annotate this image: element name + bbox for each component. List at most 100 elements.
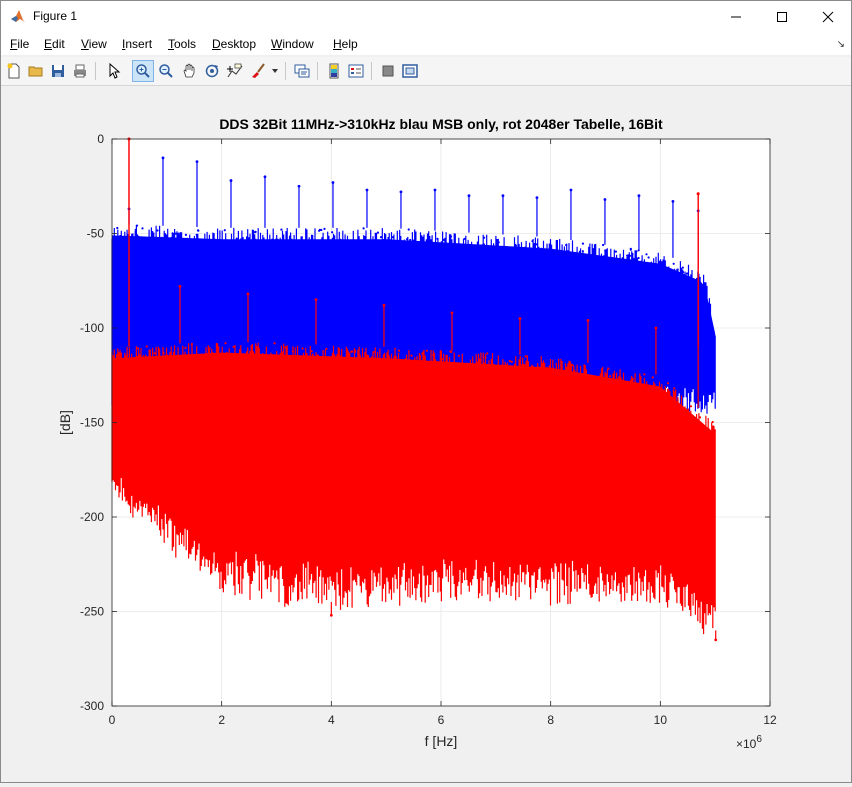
series-0-marker [376,231,379,234]
series-0-marker [531,240,534,243]
series-0-marker [420,235,423,238]
data-cursor-button[interactable] [224,60,246,82]
menu-overflow-arrow-icon[interactable]: ↘ [837,39,845,50]
legend-button[interactable] [345,60,367,82]
series-0-marker [267,252,271,255]
series-0-spur-point [671,199,675,203]
figure-window: Figure 1 File Edit View Insert Tools Des… [0,0,852,783]
menu-edit[interactable]: Edit [44,37,65,51]
series-0-spur-point [331,181,335,184]
brush-dropdown-button[interactable] [269,60,281,82]
series-0-marker [535,243,539,246]
y-tick-label: -50 [87,227,105,241]
save-icon [52,65,64,77]
series-0-marker [599,266,602,269]
series-1-marker [569,364,572,367]
series-0-marker [645,253,648,256]
series-0-marker [391,236,394,239]
series-0-marker [393,242,396,245]
series-1-marker [432,354,435,357]
series-1-marker [530,368,533,371]
series-1-marker [142,360,146,363]
series-0-marker [581,250,585,253]
series-0-marker [362,227,365,230]
series-0-marker [516,253,519,256]
series-0-marker [602,243,605,247]
series-1-marker [613,393,617,396]
figure-toolbar [1,57,851,86]
zoom-in-icon [136,64,150,78]
series-0-marker [136,250,140,253]
menu-file[interactable]: File [10,37,29,51]
series-0-marker [479,252,482,255]
minimize-button[interactable] [713,1,759,32]
series-1-marker [700,435,703,439]
series-0-marker [614,250,618,253]
series-1-marker [332,370,335,373]
series-1-marker [263,366,266,369]
series-0-marker [172,233,175,236]
series-1-marker [278,365,281,369]
maximize-button[interactable] [759,1,805,32]
series-0-marker [141,227,144,230]
menu-view[interactable]: View [81,37,107,51]
pan-button[interactable] [178,60,200,82]
pointer-button[interactable] [103,60,125,82]
new-figure-button[interactable] [3,60,25,82]
brush-button[interactable] [247,60,269,82]
series-0-marker [647,256,650,259]
series-0-marker [280,228,283,231]
series-1-marker [696,424,699,427]
series-1-marker [139,362,142,366]
series-0-marker [180,243,183,246]
show-plot-tools-button[interactable] [399,60,421,82]
series-0-marker [379,236,383,239]
menu-insert[interactable]: Insert [122,37,152,51]
series-1-marker [609,386,612,389]
series-1-marker [162,352,165,355]
series-0-marker [132,242,135,245]
rotate-3d-button[interactable] [201,60,223,82]
colorbar-button[interactable] [323,60,345,82]
series-1-marker [224,342,227,345]
series-0-marker [278,242,281,245]
series-0-marker [121,243,124,246]
zoom-in-button[interactable] [132,60,154,82]
menu-help[interactable]: Help [333,37,358,51]
series-0-marker [449,235,453,238]
series-1-marker [315,362,318,365]
series-0-marker [396,240,399,243]
series-0-marker [585,264,589,267]
series-0-marker [185,248,188,251]
series-0-marker [135,237,138,240]
menu-tools[interactable]: Tools [168,37,196,51]
y-tick-label: -100 [80,321,104,335]
series-0-marker [195,246,198,249]
series-1-marker [137,347,140,350]
title-bar[interactable]: Figure 1 [1,1,851,33]
series-0-marker [677,285,680,288]
series-0-marker [571,259,574,262]
save-button[interactable] [47,60,69,82]
series-0-marker [604,249,607,252]
series-1-spur-point [178,285,182,288]
zoom-out-button[interactable] [155,60,177,82]
hide-plot-tools-button[interactable] [377,60,399,82]
link-plot-button[interactable] [291,60,313,82]
print-icon [74,64,86,78]
menu-window[interactable]: Window [271,37,314,51]
series-0-marker [626,254,629,257]
x-axis-exponent: ×106 [736,734,762,751]
open-file-button[interactable] [25,60,47,82]
toolbar-separator [95,62,96,80]
print-button[interactable] [69,60,91,82]
series-1-marker [223,358,226,361]
series-1-marker [209,357,212,360]
close-button[interactable] [805,1,851,32]
series-0-marker [135,224,139,227]
menu-desktop[interactable]: Desktop [212,37,256,51]
series-1-marker [285,354,288,357]
series-1-marker [432,360,435,364]
series-1-marker [414,359,417,363]
series-0-marker [581,242,585,245]
